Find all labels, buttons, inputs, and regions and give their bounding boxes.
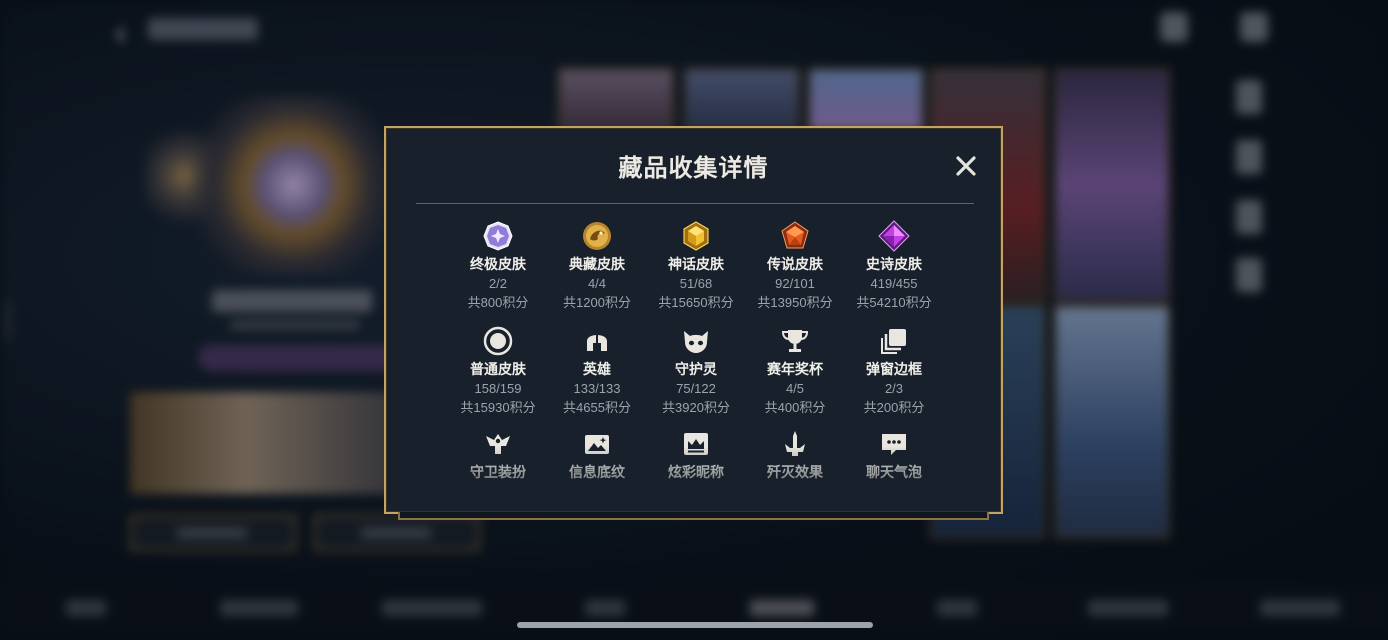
- hero-helmet-icon: [587, 334, 607, 351]
- item-points: 共13950积分: [757, 295, 833, 310]
- collection-item-legendary[interactable]: 传说皮肤 92/101 共13950积分: [745, 220, 845, 310]
- item-count: 133/133: [573, 381, 621, 396]
- normal-skin-icon: [483, 326, 513, 356]
- collector-skin-icon: [583, 222, 611, 250]
- guard-outfit-icon: [486, 434, 510, 454]
- collection-item-normal[interactable]: 普通皮肤 158/159 共15930积分: [448, 325, 548, 415]
- mythic-skin-icon: [683, 221, 709, 251]
- collection-item-chat-bubble[interactable]: 聊天气泡: [844, 428, 944, 480]
- item-points: 共15650积分: [658, 295, 734, 310]
- item-count: 92/101: [775, 276, 815, 291]
- item-label: 聊天气泡: [866, 464, 922, 480]
- collection-item-kill-effect[interactable]: 歼灭效果: [745, 428, 845, 480]
- item-label: 信息底纹: [569, 464, 625, 480]
- item-label: 赛年奖杯: [767, 361, 823, 377]
- epic-skin-icon: [878, 220, 910, 252]
- item-points: 共3920积分: [662, 400, 730, 415]
- kill-effect-icon: [785, 431, 805, 456]
- collection-details-dialog: 藏品收集详情 终极皮肤 2/2 共800积分 典藏皮肤 4/4 共1200积分 …: [384, 126, 1003, 520]
- title-divider: [416, 203, 974, 204]
- item-points: 共800积分: [467, 295, 529, 310]
- dialog-title: 藏品收集详情: [618, 155, 769, 182]
- close-icon: [956, 156, 976, 176]
- item-count: 51/68: [679, 276, 713, 291]
- item-label: 守护灵: [675, 361, 717, 377]
- item-points: 共200积分: [863, 400, 925, 415]
- collection-item-info-background[interactable]: 信息底纹: [547, 428, 647, 480]
- info-background-icon: [585, 435, 609, 454]
- item-label: 歼灭效果: [767, 464, 823, 480]
- colorful-nickname-icon: [684, 433, 708, 455]
- item-count: 419/455: [870, 276, 918, 291]
- item-count: 75/122: [676, 381, 716, 396]
- collection-item-guardian[interactable]: 守护灵 75/122 共3920积分: [646, 325, 746, 415]
- legendary-skin-icon: [781, 221, 809, 249]
- collection-item-mythic[interactable]: 神话皮肤 51/68 共15650积分: [646, 220, 746, 310]
- close-button[interactable]: [952, 152, 980, 180]
- collection-item-hero[interactable]: 英雄 133/133 共4655积分: [547, 325, 647, 415]
- item-label: 终极皮肤: [470, 256, 526, 272]
- collection-item-guard-outfit[interactable]: 守卫装扮: [448, 428, 548, 480]
- item-count: 2/2: [488, 276, 508, 291]
- item-label: 典藏皮肤: [569, 256, 625, 272]
- item-label: 普通皮肤: [470, 361, 526, 377]
- collection-item-trophy[interactable]: 赛年奖杯 4/5 共400积分: [745, 325, 845, 415]
- item-count: 2/3: [884, 381, 904, 396]
- collection-item-colorful-nickname[interactable]: 炫彩昵称: [646, 428, 746, 480]
- item-label: 守卫装扮: [470, 464, 526, 480]
- item-points: 共400积分: [764, 400, 826, 415]
- item-label: 神话皮肤: [668, 256, 724, 272]
- collection-item-epic[interactable]: 史诗皮肤 419/455 共54210积分: [844, 220, 944, 310]
- collection-item-ultimate[interactable]: 终极皮肤 2/2 共800积分: [448, 220, 548, 310]
- item-label: 英雄: [583, 361, 611, 377]
- item-points: 共1200积分: [563, 295, 631, 310]
- season-trophy-icon: [781, 330, 809, 352]
- collection-item-collector[interactable]: 典藏皮肤 4/4 共1200积分: [547, 220, 647, 310]
- item-count: 158/159: [474, 381, 522, 396]
- popup-frame-icon: [881, 329, 906, 354]
- item-label: 弹窗边框: [866, 361, 922, 377]
- item-points: 共15930积分: [460, 400, 536, 415]
- item-count: 4/4: [587, 276, 607, 291]
- ultimate-skin-icon: [483, 221, 513, 251]
- item-label: 传说皮肤: [767, 256, 823, 272]
- item-points: 共54210积分: [856, 295, 932, 310]
- item-points: 共4655积分: [563, 400, 631, 415]
- guardian-spirit-icon: [684, 331, 708, 353]
- chat-bubble-icon: [882, 434, 906, 455]
- item-count: 4/5: [785, 381, 805, 396]
- collection-item-popup-frame[interactable]: 弹窗边框 2/3 共200积分: [844, 325, 944, 415]
- item-label: 炫彩昵称: [668, 464, 724, 480]
- item-label: 史诗皮肤: [866, 256, 922, 272]
- home-indicator[interactable]: [517, 622, 873, 628]
